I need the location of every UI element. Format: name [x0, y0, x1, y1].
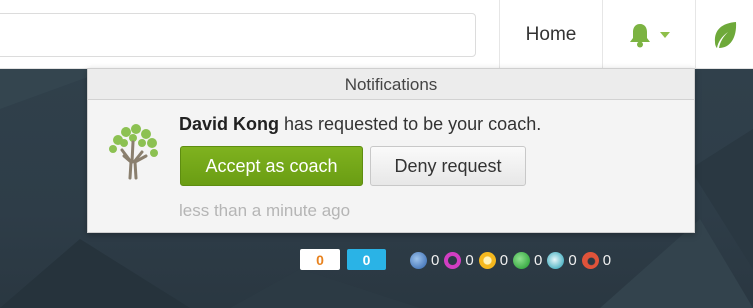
badge-count-value: 0: [431, 251, 440, 269]
black-hole-badge-count[interactable]: 0: [547, 251, 577, 269]
accept-coach-button[interactable]: Accept as coach: [180, 146, 363, 186]
leaf-icon: [714, 21, 736, 48]
top-header: Home: [0, 0, 753, 69]
badge-count-value: 0: [534, 251, 543, 269]
sun-badge-icon: [513, 251, 531, 269]
moon-badge-icon: [444, 251, 462, 269]
black-hole-badge-icon: [547, 251, 565, 269]
leaf-logo-button[interactable]: [696, 0, 753, 69]
meteorite-badge-icon: [410, 251, 427, 269]
energy-points-badge[interactable]: 0: [300, 249, 340, 270]
deny-request-button[interactable]: Deny request: [370, 146, 526, 186]
bell-icon: [630, 23, 650, 47]
caret-down-icon: [660, 31, 670, 38]
notification-text: has requested to be your coach.: [284, 114, 542, 134]
badge-count-value: 0: [568, 251, 577, 269]
moon-badge-count[interactable]: 0: [444, 251, 474, 269]
notification-message: David Kong has requested to be your coac…: [179, 114, 541, 135]
challenge-patch-count[interactable]: 0: [581, 251, 612, 269]
meteorite-badge-count[interactable]: 0: [410, 251, 440, 269]
notification-item: David Kong has requested to be your coac…: [88, 100, 694, 233]
home-link[interactable]: Home: [500, 0, 602, 69]
streak-badge[interactable]: 0: [347, 249, 386, 270]
earth-badge-icon: [478, 251, 496, 269]
notifications-title: Notifications: [88, 69, 694, 100]
tree-avatar-icon: [109, 124, 158, 180]
notification-timestamp: less than a minute ago: [179, 201, 351, 220]
badge-counts: 0 0 0 0 0 0: [410, 250, 616, 270]
requester-name[interactable]: David Kong: [179, 114, 279, 134]
badge-count-value: 0: [499, 251, 509, 269]
badge-count-value: 0: [465, 251, 474, 269]
notifications-dropdown: Notifications David Kong has requested t…: [87, 68, 695, 233]
sun-badge-count[interactable]: 0: [513, 251, 543, 269]
badge-count-value: 0: [602, 251, 612, 269]
notifications-button[interactable]: [603, 0, 695, 69]
search-input[interactable]: [0, 13, 476, 57]
earth-badge-count[interactable]: 0: [478, 251, 509, 269]
challenge-patch-icon: [581, 251, 599, 269]
